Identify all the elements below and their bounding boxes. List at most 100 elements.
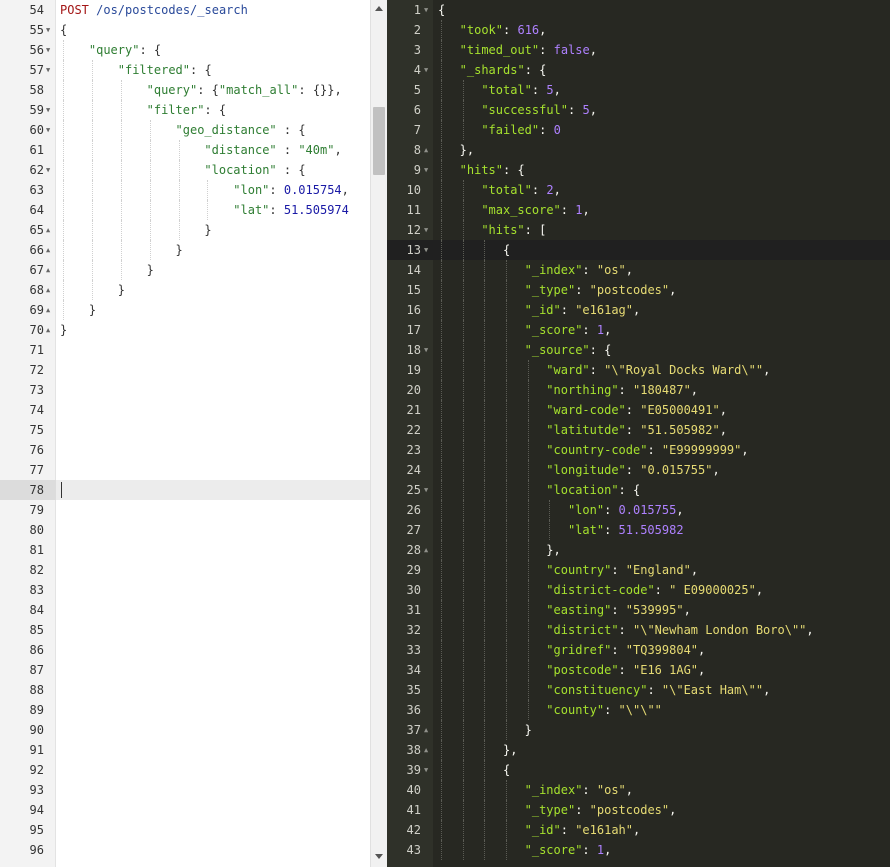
code-line[interactable]: 5 "total": 5, [387,80,890,100]
code-line[interactable]: 64 "lat": 51.505974 [0,200,370,220]
code-line[interactable]: 13 ▼ { [387,240,890,260]
code-line[interactable]: 36 "county": "\"\"" [387,700,890,720]
fold-collapse-icon[interactable]: ▼ [424,240,428,260]
code-line[interactable]: 43 "_score": 1, [387,840,890,860]
code-line[interactable]: 90 [0,720,370,740]
code-line[interactable]: 61 "distance" : "40m", [0,140,370,160]
code-line[interactable]: 58 "query": {"match_all": {}}, [0,80,370,100]
code-line[interactable]: 65 ▲} [0,220,370,240]
code-line[interactable]: 67 ▲} [0,260,370,280]
code-line[interactable]: 74 [0,400,370,420]
code-line[interactable]: 54 POST /os/postcodes/_search [0,0,370,20]
editor-scrollbar[interactable] [370,0,387,867]
code-line[interactable]: 55 ▼ { [0,20,370,40]
code-line[interactable]: 35 "constituency": "\"East Ham\"", [387,680,890,700]
code-line[interactable]: 30 "district-code": " E09000025", [387,580,890,600]
code-line[interactable]: 85 [0,620,370,640]
code-line[interactable]: 71 [0,340,370,360]
code-line[interactable]: 21 "ward-code": "E05000491", [387,400,890,420]
fold-expand-icon[interactable]: ▲ [424,740,428,760]
response-viewer-lines[interactable]: 1 ▼{2 "took": 616, 3 "timed_out": false, 4 ▼ "_… [387,0,890,860]
fold-expand-icon[interactable]: ▲ [424,540,428,560]
code-line[interactable]: 75 [0,420,370,440]
fold-expand-icon[interactable]: ▲ [46,320,50,340]
fold-collapse-icon[interactable]: ▼ [46,100,50,120]
code-line[interactable]: 86 [0,640,370,660]
code-line[interactable]: 56 ▼ "query": { [0,40,370,60]
code-line[interactable]: 25 ▼ "location": { [387,480,890,500]
code-line[interactable]: 22 "latitutde": "51.505982", [387,420,890,440]
fold-expand-icon[interactable]: ▲ [424,140,428,160]
fold-expand-icon[interactable]: ▲ [46,300,50,320]
fold-collapse-icon[interactable]: ▼ [424,0,428,20]
fold-expand-icon[interactable]: ▲ [46,220,50,240]
fold-collapse-icon[interactable]: ▼ [46,160,50,180]
scroll-thumb[interactable] [373,107,385,175]
code-line[interactable]: 19 "ward": "\"Royal Docks Ward\"", [387,360,890,380]
fold-collapse-icon[interactable]: ▼ [424,340,428,360]
code-line[interactable]: 80 [0,520,370,540]
code-line[interactable]: 23 "country-code": "E99999999", [387,440,890,460]
fold-collapse-icon[interactable]: ▼ [424,220,428,240]
code-line[interactable]: 12 ▼ "hits": [ [387,220,890,240]
code-line[interactable]: 93 [0,780,370,800]
code-line[interactable]: 96 [0,840,370,860]
code-line[interactable]: 27 "lat": 51.505982 [387,520,890,540]
fold-expand-icon[interactable]: ▲ [424,720,428,740]
fold-expand-icon[interactable]: ▲ [46,280,50,300]
scroll-down-arrow-icon[interactable] [375,854,383,859]
code-line[interactable]: 87 [0,660,370,680]
code-line[interactable]: 69 ▲} [0,300,370,320]
fold-collapse-icon[interactable]: ▼ [46,20,50,40]
code-line[interactable]: 17 "_score": 1, [387,320,890,340]
code-line[interactable]: 24 "longitude": "0.015755", [387,460,890,480]
code-line[interactable]: 42 "_id": "e161ah", [387,820,890,840]
fold-collapse-icon[interactable]: ▼ [424,760,428,780]
fold-collapse-icon[interactable]: ▼ [424,60,428,80]
fold-expand-icon[interactable]: ▲ [46,240,50,260]
code-line[interactable]: 14 "_index": "os", [387,260,890,280]
code-line[interactable]: 89 [0,700,370,720]
code-line[interactable]: 38 ▲}, [387,740,890,760]
code-line[interactable]: 26 "lon": 0.015755, [387,500,890,520]
fold-collapse-icon[interactable]: ▼ [424,160,428,180]
code-line[interactable]: 3 "timed_out": false, [387,40,890,60]
code-line[interactable]: 83 [0,580,370,600]
code-line[interactable]: 95 [0,820,370,840]
code-line[interactable]: 16 "_id": "e161ag", [387,300,890,320]
code-line[interactable]: 32 "district": "\"Newham London Boro\"", [387,620,890,640]
code-line[interactable]: 29 "country": "England", [387,560,890,580]
code-line[interactable]: 33 "gridref": "TQ399804", [387,640,890,660]
code-line[interactable]: 91 [0,740,370,760]
code-line[interactable]: 78 [0,480,370,500]
code-line[interactable]: 20 "northing": "180487", [387,380,890,400]
request-editor-lines[interactable]: 54 POST /os/postcodes/_search 55 ▼{56 ▼ "quer… [0,0,370,860]
code-line[interactable]: 40 "_index": "os", [387,780,890,800]
code-line[interactable]: 4 ▼ "_shards": { [387,60,890,80]
code-line[interactable]: 10 "total": 2, [387,180,890,200]
response-viewer[interactable]: 1 ▼{2 "took": 616, 3 "timed_out": false, 4 ▼ "_… [387,0,890,867]
fold-collapse-icon[interactable]: ▼ [424,480,428,500]
code-line[interactable]: 73 [0,380,370,400]
code-line[interactable]: 6 "successful": 5, [387,100,890,120]
scroll-up-arrow-icon[interactable] [375,6,383,11]
code-line[interactable]: 7 "failed": 0 [387,120,890,140]
code-line[interactable]: 18 ▼ "_source": { [387,340,890,360]
code-line[interactable]: 72 [0,360,370,380]
code-line[interactable]: 66 ▲} [0,240,370,260]
code-line[interactable]: 76 [0,440,370,460]
fold-collapse-icon[interactable]: ▼ [46,60,50,80]
code-line[interactable]: 81 [0,540,370,560]
fold-collapse-icon[interactable]: ▼ [46,40,50,60]
code-line[interactable]: 9 ▼ "hits": { [387,160,890,180]
code-line[interactable]: 1 ▼ { [387,0,890,20]
code-line[interactable]: 28 ▲}, [387,540,890,560]
code-line[interactable]: 37 ▲} [387,720,890,740]
code-line[interactable]: 70 ▲} [0,320,370,340]
code-line[interactable]: 77 [0,460,370,480]
code-line[interactable]: 34 "postcode": "E16 1AG", [387,660,890,680]
code-line[interactable]: 84 [0,600,370,620]
request-editor[interactable]: 54 POST /os/postcodes/_search 55 ▼{56 ▼ "quer… [0,0,370,867]
code-line[interactable]: 41 "_type": "postcodes", [387,800,890,820]
code-line[interactable]: 62 ▼ "location" : { [0,160,370,180]
